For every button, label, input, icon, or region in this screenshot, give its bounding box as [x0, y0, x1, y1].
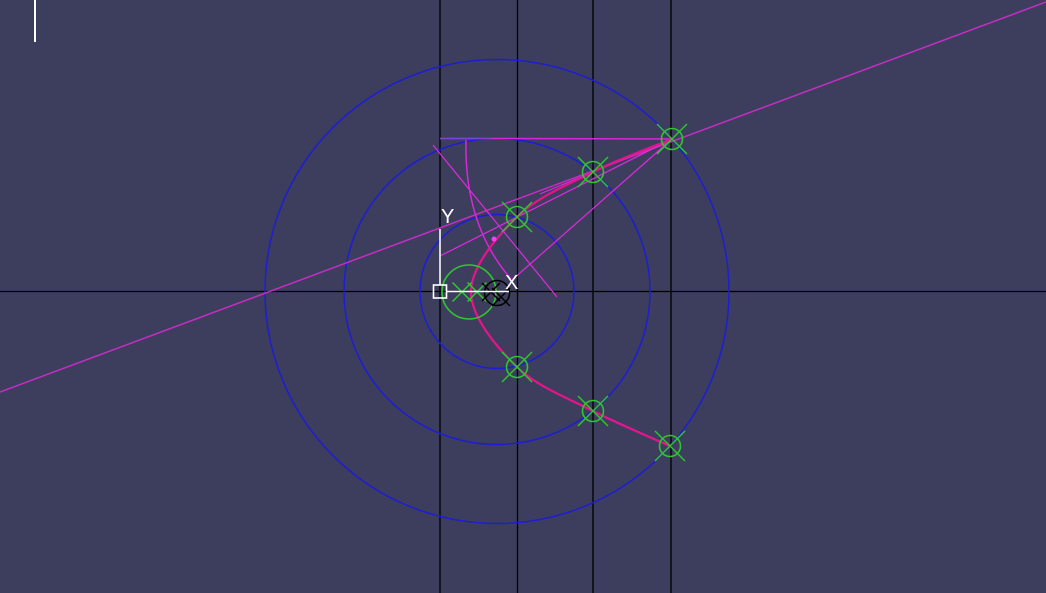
magenta-fan-line-to-center[interactable] [512, 139, 672, 280]
y-axis-label: Y [441, 206, 454, 228]
green-point-marker-5[interactable] [578, 396, 608, 426]
magenta-fan-line-middle[interactable] [440, 139, 672, 256]
green-point-marker-1[interactable] [657, 124, 687, 154]
green-point-marker-4[interactable] [502, 352, 532, 382]
green-point-marker-3[interactable] [502, 202, 532, 232]
cad-sketch-viewport: Y X [0, 0, 1046, 593]
magenta-horizontal-line[interactable] [492, 139, 672, 140]
green-point-marker-6[interactable] [655, 431, 685, 461]
sketch-geometry-layer [0, 0, 1046, 593]
x-axis-label: X [505, 272, 518, 294]
green-point-marker-2[interactable] [578, 157, 608, 187]
magenta-highlight-dot[interactable] [492, 237, 497, 242]
crimson-profile-spline[interactable] [471, 139, 672, 446]
